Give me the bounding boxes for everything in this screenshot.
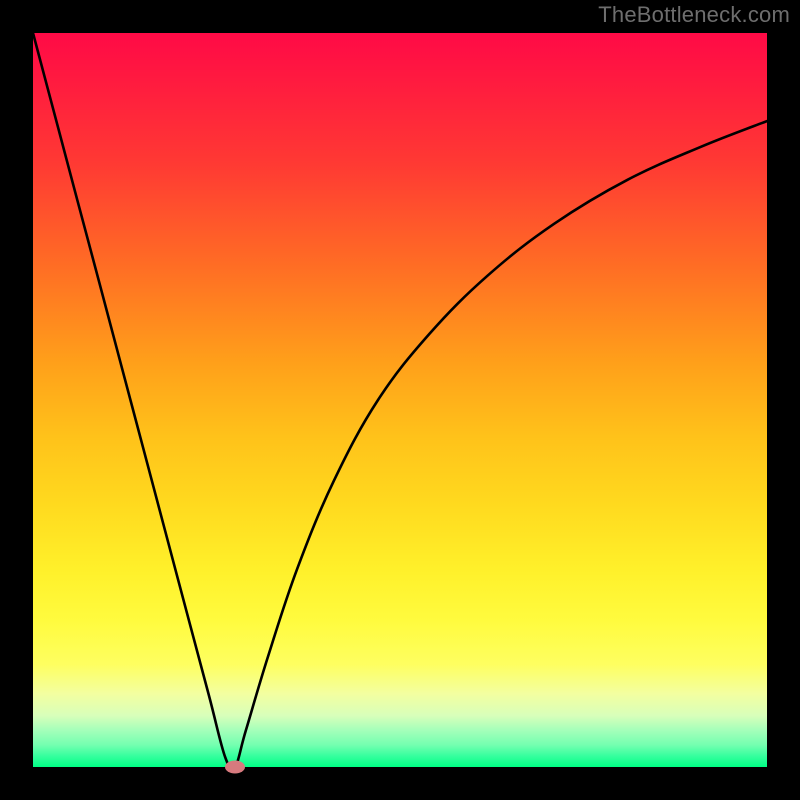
watermark-text: TheBottleneck.com	[598, 2, 790, 28]
bottleneck-curve	[33, 33, 767, 767]
optimum-marker	[225, 761, 245, 774]
curve-svg	[33, 33, 767, 767]
chart-frame: TheBottleneck.com	[0, 0, 800, 800]
plot-area	[33, 33, 767, 767]
